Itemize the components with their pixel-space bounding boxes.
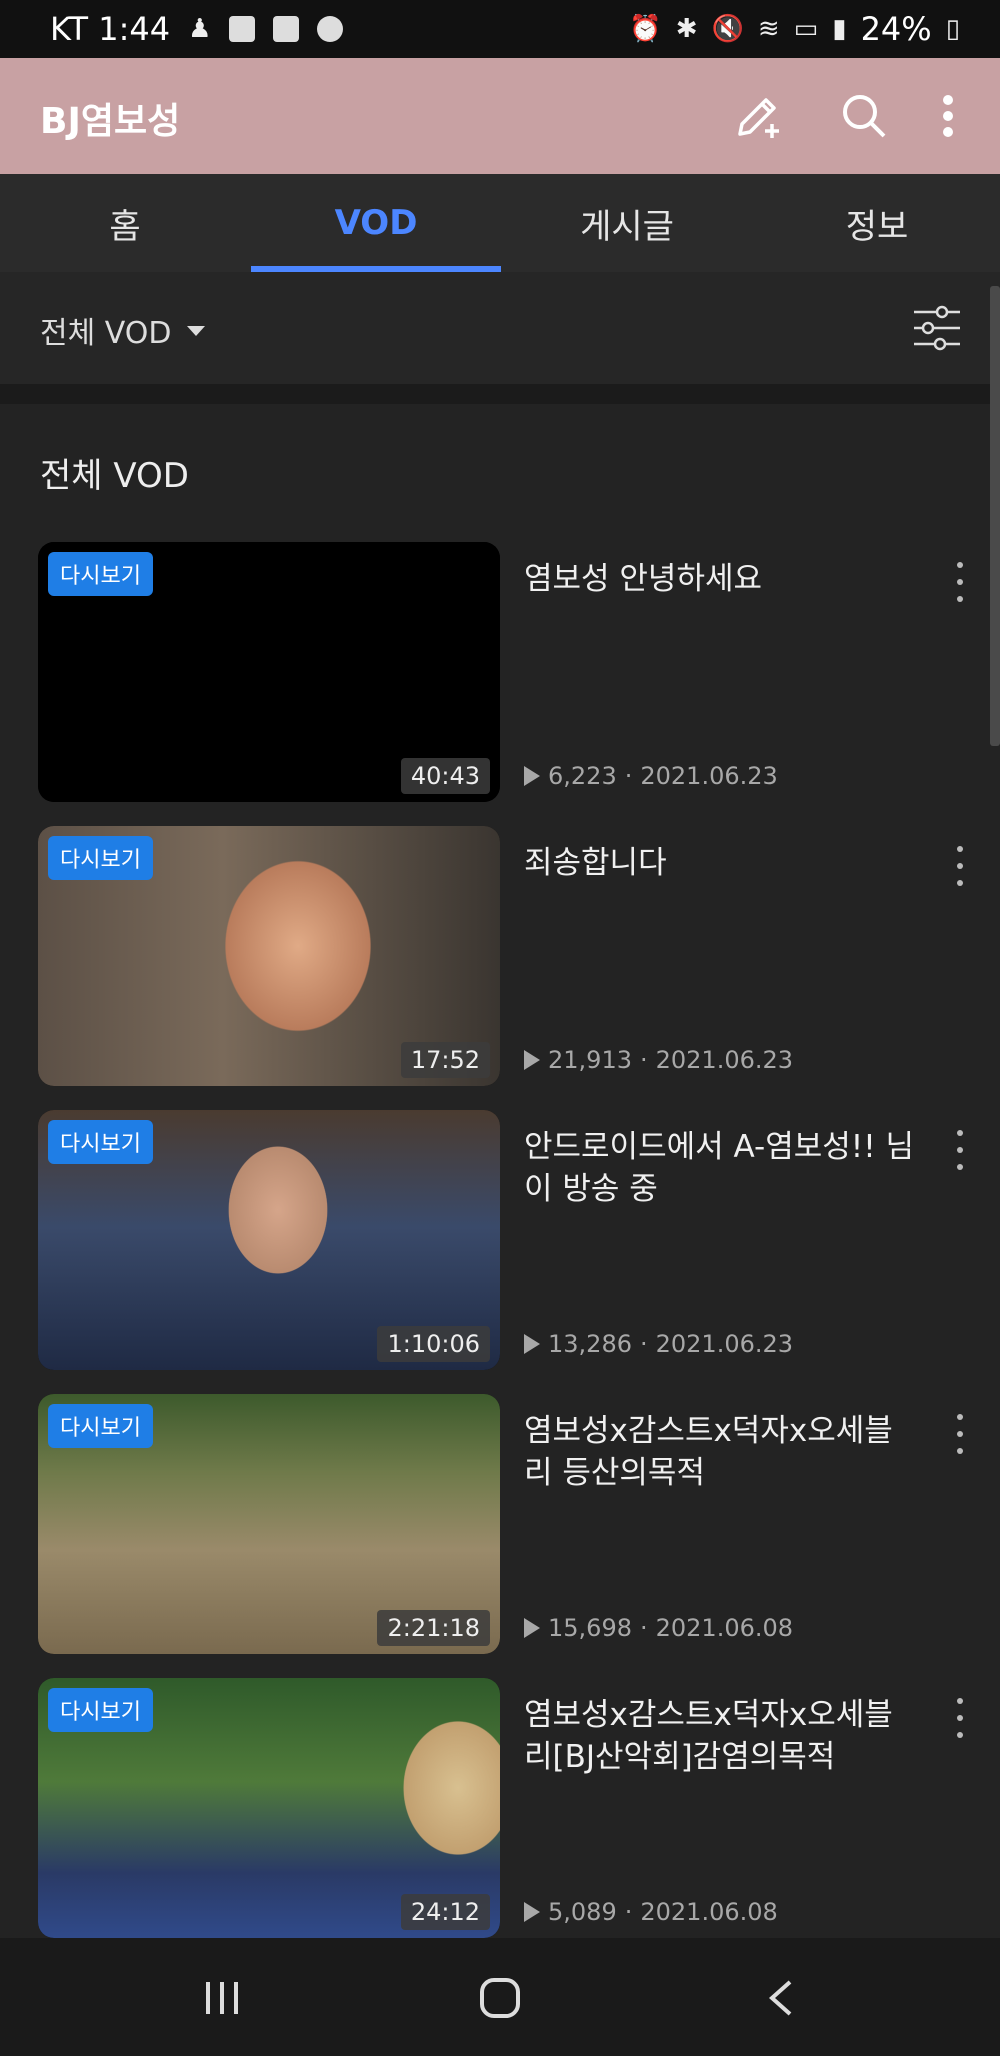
bluetooth-icon: ✱ [675, 14, 698, 44]
signal-icon: ▮ [832, 14, 847, 44]
replay-badge: 다시보기 [48, 552, 153, 596]
play-icon [524, 766, 540, 786]
play-icon [524, 1902, 540, 1922]
system-nav-bar [0, 1938, 1000, 2056]
video-thumbnail[interactable]: 다시보기 2:21:18 [38, 1394, 500, 1654]
recents-icon [206, 1982, 238, 2014]
edit-add-icon [738, 98, 779, 138]
chat-icon [317, 16, 344, 42]
app-icon: ♟ [188, 14, 212, 44]
play-icon [524, 1050, 540, 1070]
video-thumbnail[interactable]: 다시보기 40:43 [38, 542, 500, 802]
video-title[interactable]: 안드로이드에서 A-염보성!! 님이 방송 중 [524, 1126, 914, 1210]
search-icon [843, 95, 886, 138]
replay-badge: 다시보기 [48, 1120, 153, 1164]
video-duration: 24:12 [400, 1894, 490, 1930]
item-more-button[interactable] [950, 1130, 970, 1170]
item-more-button[interactable] [950, 846, 970, 886]
video-meta: 21,913 · 2021.06.23 [524, 1046, 793, 1074]
section-divider [0, 384, 1000, 404]
item-more-button[interactable] [950, 562, 970, 602]
vod-filter-label: 전체 VOD [40, 316, 172, 351]
carrier-time: KT 1:44 [50, 10, 171, 48]
view-count: 6,223 [548, 762, 617, 790]
play-icon [524, 1618, 540, 1638]
channel-title: BJ염보성 [40, 101, 181, 142]
item-more-button[interactable] [950, 1698, 970, 1738]
video-thumbnail[interactable]: 다시보기 24:12 [38, 1678, 500, 1938]
list-item[interactable]: 다시보기 2:21:18 염보성x감스트x덕자x오세블리 등산의목적 15,69… [0, 1394, 1000, 1656]
tab-home[interactable]: 홈 [0, 174, 250, 272]
video-title[interactable]: 염보성x감스트x덕자x오세블리 등산의목적 [524, 1410, 914, 1494]
search-button[interactable] [834, 86, 894, 146]
upload-date: 2021.06.08 [640, 1898, 778, 1926]
video-meta: 5,089 · 2021.06.08 [524, 1898, 778, 1926]
tab-vod[interactable]: VOD [251, 174, 501, 272]
list-item[interactable]: 다시보기 17:52 죄송합니다 21,913 · 2021.06.23 [0, 826, 1000, 1088]
video-duration: 40:43 [400, 758, 490, 794]
back-icon [768, 1980, 792, 2016]
filter-settings-button[interactable] [910, 300, 964, 356]
filter-bar: 전체 VOD [0, 272, 1000, 385]
view-count: 21,913 [548, 1046, 632, 1074]
more-options-button[interactable] [918, 86, 978, 146]
back-button[interactable] [752, 1968, 812, 2028]
notes-icon [273, 16, 300, 42]
replay-badge: 다시보기 [48, 836, 153, 880]
upload-date: 2021.06.23 [640, 762, 778, 790]
tab-posts[interactable]: 게시글 [502, 174, 752, 272]
list-item[interactable]: 다시보기 1:10:06 안드로이드에서 A-염보성!! 님이 방송 중 13,… [0, 1110, 1000, 1372]
alarm-icon: ⏰ [629, 14, 662, 44]
home-icon [480, 1978, 520, 2018]
battery-icon: ▯ [945, 14, 960, 44]
home-button[interactable] [470, 1968, 530, 2028]
list-item[interactable]: 다시보기 40:43 염보성 안녕하세요 6,223 · 2021.06.23 [0, 542, 1000, 804]
video-duration: 17:52 [400, 1042, 490, 1078]
upload-date: 2021.06.23 [655, 1330, 794, 1358]
video-title[interactable]: 염보성x감스트x덕자x오세블리[BJ산악회]감염의목적 [524, 1694, 914, 1778]
view-count: 13,286 [548, 1330, 632, 1358]
tab-bar: 홈 VOD 게시글 정보 [0, 174, 1000, 272]
video-duration: 2:21:18 [377, 1610, 490, 1646]
hd-icon: ▭ [793, 14, 819, 44]
section-title: 전체 VOD [40, 456, 189, 496]
tab-info[interactable]: 정보 [752, 174, 1000, 272]
sliders-icon [914, 305, 960, 351]
item-more-button[interactable] [950, 1414, 970, 1454]
video-title[interactable]: 염보성 안녕하세요 [524, 558, 914, 600]
view-count: 15,698 [548, 1614, 632, 1642]
upload-date: 2021.06.08 [655, 1614, 794, 1642]
app-header: BJ염보성 [0, 58, 1000, 174]
video-meta: 15,698 · 2021.06.08 [524, 1614, 793, 1642]
status-bar: KT 1:44 ♟ ⏰ ✱ 🔇 ≋ ▭ ▮ 24% ▯ [0, 0, 1000, 58]
wifi-icon: ≋ [757, 14, 780, 44]
video-meta: 13,286 · 2021.06.23 [524, 1330, 793, 1358]
play-icon [524, 1334, 540, 1354]
list-item[interactable]: 다시보기 24:12 염보성x감스트x덕자x오세블리[BJ산악회]감염의목적 5… [0, 1678, 1000, 1940]
view-count: 5,089 [548, 1898, 617, 1926]
recents-button[interactable] [192, 1968, 252, 2028]
video-title[interactable]: 죄송합니다 [524, 842, 914, 884]
upload-date: 2021.06.23 [655, 1046, 794, 1074]
video-thumbnail[interactable]: 다시보기 1:10:06 [38, 1110, 500, 1370]
mute-icon: 🔇 [711, 14, 744, 44]
video-duration: 1:10:06 [377, 1326, 490, 1362]
vod-filter-dropdown[interactable]: 전체 VOD [40, 308, 206, 352]
video-thumbnail[interactable]: 다시보기 17:52 [38, 826, 500, 1086]
edit-add-button[interactable] [728, 86, 788, 146]
more-vert-icon [943, 95, 953, 137]
caret-down-icon [187, 326, 206, 336]
notes-icon [229, 16, 256, 42]
replay-badge: 다시보기 [48, 1404, 153, 1448]
battery-percent: 24% [860, 10, 932, 48]
replay-badge: 다시보기 [48, 1688, 153, 1732]
video-meta: 6,223 · 2021.06.23 [524, 762, 778, 790]
